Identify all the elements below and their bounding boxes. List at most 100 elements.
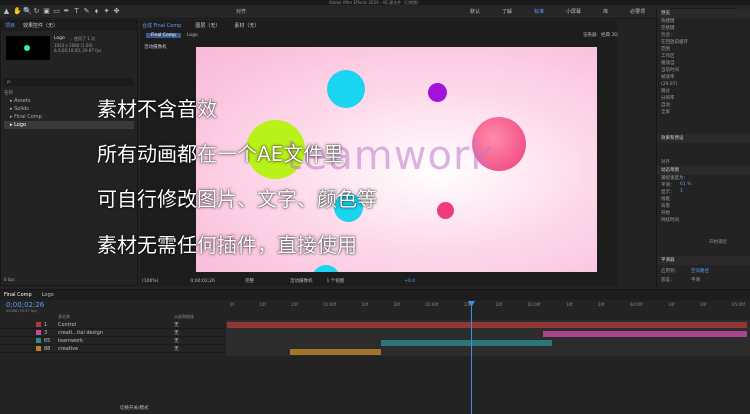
comp-name: Logo [54, 36, 65, 41]
smoother-apply-value[interactable]: 空间路径 [687, 268, 709, 275]
preview-item-9[interactable]: (29.97) [657, 81, 750, 88]
column-source-name[interactable]: 源名称 [58, 314, 70, 320]
ruler-tick: 05:00f [732, 302, 745, 307]
layer-parent[interactable]: 无 [174, 321, 179, 329]
view-select[interactable]: 活动摄像机 [290, 278, 313, 284]
tool-icon-10[interactable]: ✦ [103, 8, 110, 15]
tool-icon-0[interactable]: ▲ [3, 8, 10, 15]
preview-item-6[interactable]: 播放自 [657, 60, 750, 67]
tool-icon-3[interactable]: ↻ [33, 8, 40, 15]
layer-row[interactable]: 88 creative 无 [0, 345, 226, 353]
layer-color-swatch[interactable] [36, 330, 41, 335]
preview-item-10[interactable]: 跳过 [657, 88, 750, 95]
layer-parent[interactable]: 无 [174, 337, 179, 345]
preview-item-1[interactable]: 空格键 [657, 25, 750, 32]
align-tab-label[interactable]: 对齐 [657, 159, 750, 166]
subtab-final-comp[interactable]: Final Comp [146, 32, 181, 38]
preview-item-12[interactable]: 自动 [657, 102, 750, 109]
workspace-tab-0[interactable]: 默认 [470, 8, 480, 15]
preview-panel-header[interactable]: 预览 [657, 9, 750, 18]
motion-item-2[interactable]: 显示： [657, 189, 750, 196]
tool-icon-8[interactable]: ✎ [83, 8, 90, 15]
project-column-name[interactable]: 名称 [4, 90, 13, 96]
snap-checkbox-label[interactable]: 对齐 [236, 8, 246, 15]
layer-parent[interactable]: 无 [174, 329, 179, 337]
preview-item-2[interactable]: 包含： [657, 32, 750, 39]
right-panel: 预览 快捷键 空格键 包含： 在回放前缓存 范围 工作区 播放自 当前时间 帧速率 (29.97)… [656, 9, 750, 291]
resolution-select[interactable]: 完整 [245, 278, 254, 284]
renderer-label[interactable]: 渲染器：经典 3D [583, 32, 618, 38]
track-bar-creative[interactable] [290, 349, 381, 355]
cyan-circle-large [327, 70, 365, 108]
track-bar-control[interactable] [227, 322, 747, 328]
smoother-tolerance-value[interactable]: 平滑 [687, 277, 700, 284]
track-bar-teamwork[interactable] [381, 340, 552, 346]
motion-item-3[interactable]: 线框 [657, 196, 750, 203]
track-bar-creative-design[interactable] [543, 331, 747, 337]
tab-composition[interactable]: 合成 Final Comp [142, 22, 181, 29]
project-search-input[interactable]: ρ. [4, 78, 134, 86]
zoom-select[interactable]: (100%) [142, 279, 158, 284]
subtab-logo[interactable]: Logo [187, 33, 198, 38]
motion-sketch-header[interactable]: 动态草图 [657, 166, 750, 175]
tool-icon-1[interactable]: ✋ [13, 8, 22, 15]
preview-item-7[interactable]: 当前时间 [657, 67, 750, 74]
motion-item-4[interactable]: 背景 [657, 203, 750, 210]
preview-item-4[interactable]: 范围 [657, 46, 750, 53]
current-time-display[interactable]: 0;00;02;26 [190, 279, 215, 284]
tab-effect-controls[interactable]: 效果控件（无） [23, 21, 58, 31]
preview-item-5[interactable]: 工作区 [657, 53, 750, 60]
timeline-tab-logo[interactable]: Logo [42, 292, 54, 298]
layer-color-swatch[interactable] [36, 322, 41, 327]
motion-item-1[interactable]: 平滑： [657, 182, 750, 189]
playhead[interactable] [471, 301, 472, 414]
timeline-tab-final-comp[interactable]: Final Comp [4, 292, 32, 298]
motion-item-0[interactable]: 捕捉速度为： [657, 175, 750, 182]
tool-icon-7[interactable]: T [73, 8, 80, 15]
ruler-tick: 04:00f [629, 302, 643, 307]
tool-icon-6[interactable]: ✒ [63, 8, 70, 15]
smooth-value[interactable]: 1 [680, 189, 683, 194]
tool-icon-4[interactable]: ▣ [43, 8, 50, 15]
layer-color-swatch[interactable] [36, 338, 41, 343]
start-capture-button[interactable]: 开始捕捉 [709, 239, 727, 245]
views-select[interactable]: 1 个视图 [326, 278, 344, 284]
preview-item-11[interactable]: 分辨率 [657, 95, 750, 102]
layer-name[interactable]: teamwork [58, 337, 174, 345]
layer-name[interactable]: creati...ital design [58, 329, 174, 337]
preview-item-13[interactable]: 全屏 [657, 109, 750, 116]
workspace-tab-5[interactable]: 必要项 [630, 8, 645, 15]
motion-item-6[interactable]: 持续时间 [657, 217, 750, 224]
tab-project[interactable]: 项目 [5, 21, 15, 31]
effects-presets-header[interactable]: 效果和预设 [657, 134, 750, 143]
layer-name[interactable]: creative [58, 345, 174, 353]
smoother-header[interactable]: 平滑器 [657, 256, 750, 265]
layer-color-swatch[interactable] [36, 346, 41, 351]
layer-name[interactable]: Control [58, 321, 174, 329]
ruler-tick: 10f [361, 302, 369, 307]
preview-item-8[interactable]: 帧速率 [657, 74, 750, 81]
ruler-tick: 03:00f [527, 302, 541, 307]
exposure-value[interactable]: +0.0 [404, 279, 415, 284]
timeline-current-time[interactable]: 0;00;02;26 [6, 301, 44, 309]
workspace-tab-2[interactable]: 标准 [534, 8, 544, 15]
workspace-tab-3[interactable]: 小屏幕 [566, 8, 581, 15]
column-parent[interactable]: 父级和链接 [174, 314, 194, 320]
tool-icon-9[interactable]: ⬧ [93, 8, 100, 15]
capture-speed-value[interactable]: 61 % [680, 182, 691, 187]
tool-icon-11[interactable]: ✤ [113, 8, 120, 15]
workspace-tab-4[interactable]: 库 [603, 8, 608, 15]
motion-item-5[interactable]: 开始 [657, 210, 750, 217]
workspace-tab-1[interactable]: 了解 [502, 8, 512, 15]
tab-layer[interactable]: 图层（无） [195, 22, 220, 29]
tool-icon-2[interactable]: 🔍 [23, 8, 32, 15]
bpc-label[interactable]: 8 bpc [4, 277, 15, 282]
preview-item-0[interactable]: 快捷键 [657, 18, 750, 25]
preview-item-3[interactable]: 在回放前缓存 [657, 39, 750, 46]
tool-icon-5[interactable]: ▭ [53, 8, 60, 15]
layer-parent[interactable]: 无 [174, 345, 179, 353]
toggle-switches-modes[interactable]: 切换开关/模式 [120, 405, 149, 411]
comp-usage: ，使用了 1 次 [70, 36, 96, 41]
tab-footage[interactable]: 素材（无） [234, 22, 259, 29]
time-ruler[interactable]: 0f 10f 20f 01:00f 10f 20f 02:00f 10f 20f 03:00f 10… [230, 302, 745, 307]
